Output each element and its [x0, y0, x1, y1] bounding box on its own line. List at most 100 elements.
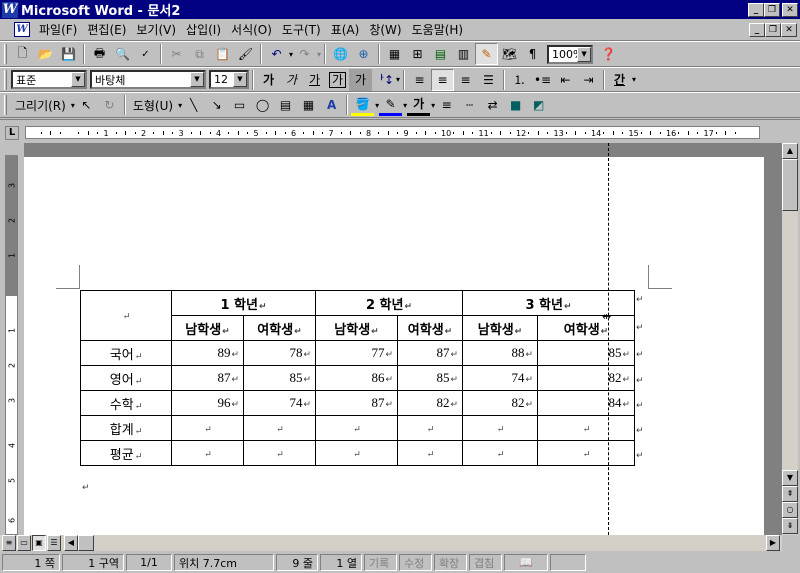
scroll-right-icon[interactable]: ▶ — [766, 535, 780, 551]
cut-icon[interactable]: ✂ — [165, 43, 188, 65]
menu-insert[interactable]: 삽입(I) — [181, 21, 226, 38]
toolbar-grip[interactable] — [4, 69, 7, 90]
menu-file[interactable]: 파일(F) — [34, 21, 82, 38]
normal-view-icon[interactable]: ≡ — [2, 535, 16, 551]
row-label-cell[interactable]: 수학↵ — [80, 390, 172, 416]
redo-icon[interactable]: ↷ — [293, 43, 316, 65]
print-layout-icon[interactable]: ▣ — [32, 535, 46, 551]
tables-borders-icon[interactable]: ▦ — [383, 43, 406, 65]
drawing-icon[interactable]: ✎ — [475, 43, 499, 65]
score-cell[interactable]: 78↵ — [243, 340, 316, 366]
align-left-icon[interactable]: ≡ — [408, 69, 431, 91]
score-cell[interactable]: 87↵ — [397, 340, 463, 366]
score-cell[interactable]: 85↵ — [537, 340, 635, 366]
empty-cell[interactable]: ↵ — [462, 415, 538, 441]
copy-icon[interactable]: ⧉ — [188, 43, 211, 65]
oval-icon[interactable]: ◯ — [251, 94, 274, 116]
new-document-icon[interactable]: 🗋 — [11, 43, 34, 65]
score-cell[interactable]: 84↵ — [537, 390, 635, 416]
phonetic-guide-icon[interactable]: ᅡ↕ — [372, 69, 395, 91]
bullets-icon[interactable]: •≡ — [531, 69, 554, 91]
score-cell[interactable]: 82↵ — [462, 390, 538, 416]
scroll-down-icon[interactable]: ▼ — [782, 470, 798, 486]
status-ext[interactable]: 확장 — [434, 554, 467, 571]
doc-restore-button[interactable]: ❐ — [765, 22, 781, 37]
grades-table[interactable]: ↵ 1 학년↵ 2 학년↵ 3 학년↵ 남학생↵ 여학생↵ 남학생↵ 여학생↵ … — [80, 290, 635, 466]
empty-cell[interactable]: ↵ — [315, 415, 398, 441]
align-right-icon[interactable]: ≡ — [454, 69, 477, 91]
empty-cell[interactable]: ↵ — [243, 440, 316, 466]
menu-edit[interactable]: 편집(E) — [82, 21, 131, 38]
next-page-icon[interactable]: ⇟ — [782, 518, 798, 534]
scroll-up-icon[interactable]: ▲ — [782, 143, 798, 159]
empty-cell[interactable]: ↵ — [397, 440, 463, 466]
numbering-icon[interactable]: ⒈ — [508, 69, 531, 91]
char-shading-button[interactable]: 가 — [349, 68, 372, 91]
save-icon[interactable]: 💾 — [57, 43, 80, 65]
dash-style-icon[interactable]: ┄ — [458, 94, 481, 116]
sub-header[interactable]: 여학생↵ — [397, 315, 463, 341]
status-rec[interactable]: 기록 — [364, 554, 397, 571]
toolbar-grip[interactable] — [4, 44, 7, 64]
row-label-cell[interactable]: 국어↵ — [80, 340, 172, 366]
empty-cell[interactable]: ↵ — [243, 415, 316, 441]
align-center-icon[interactable]: ≡ — [431, 68, 455, 91]
menu-format[interactable]: 서식(O) — [226, 21, 277, 38]
format-painter-icon[interactable]: 🖌 — [234, 43, 257, 65]
sub-header[interactable]: 여학생↵ — [243, 315, 316, 341]
italic-button[interactable]: 가 — [280, 69, 303, 91]
font-size-combo[interactable]: 12 ▼ — [209, 70, 249, 89]
insert-excel-icon[interactable]: ▤ — [429, 43, 452, 65]
style-dropdown-icon[interactable]: ▼ — [71, 72, 85, 87]
outline-view-icon[interactable]: ☰ — [47, 535, 61, 551]
grade-header[interactable]: 1 학년↵ — [171, 290, 316, 316]
paste-icon[interactable]: 📋 — [211, 43, 234, 65]
empty-cell[interactable]: ↵ — [462, 440, 538, 466]
empty-cell[interactable]: ↵ — [171, 415, 244, 441]
open-folder-icon[interactable]: 📂 — [34, 43, 57, 65]
grade-header[interactable]: 2 학년↵ — [315, 290, 463, 316]
hyperlink-icon[interactable]: 🌐 — [329, 43, 352, 65]
close-button[interactable]: ✕ — [782, 2, 798, 17]
redo-dropdown-icon[interactable]: ▾ — [317, 50, 321, 59]
row-label-cell[interactable]: 평균↵ — [80, 440, 172, 466]
score-cell[interactable]: 89↵ — [171, 340, 244, 366]
print-icon[interactable]: 🖶 — [88, 43, 111, 65]
free-rotate-icon[interactable]: ↻ — [98, 94, 121, 116]
print-preview-icon[interactable]: 🔍 — [111, 43, 134, 65]
insert-table-icon[interactable]: ⊞ — [406, 43, 429, 65]
status-trk[interactable]: 수정 — [399, 554, 432, 571]
text-box-icon[interactable]: ▤ — [274, 94, 297, 116]
spelling-icon[interactable]: ✓ — [134, 43, 157, 65]
web-toolbar-icon[interactable]: ⊕ — [352, 43, 375, 65]
web-layout-icon[interactable]: ▭ — [17, 535, 31, 551]
line-style-icon[interactable]: ≡ — [435, 94, 458, 116]
row-label-cell[interactable]: 영어↵ — [80, 365, 172, 391]
minimize-button[interactable]: _ — [748, 2, 764, 17]
wordart-icon[interactable]: ▦ — [297, 94, 320, 116]
menu-table[interactable]: 표(A) — [326, 21, 365, 38]
decrease-indent-icon[interactable]: ⇤ — [554, 69, 577, 91]
sub-header[interactable]: 남학생↵ — [315, 315, 398, 341]
zoom-combo[interactable]: 100% ▼ — [547, 44, 594, 64]
score-cell[interactable]: 86↵ — [315, 365, 398, 391]
doc-minimize-button[interactable]: _ — [749, 22, 765, 37]
3d-icon[interactable]: ◩ — [527, 94, 550, 116]
clipart-icon[interactable]: A — [320, 94, 343, 116]
empty-cell[interactable]: ↵ — [397, 415, 463, 441]
empty-cell[interactable]: ↵ — [171, 440, 244, 466]
line-icon[interactable]: ╲ — [182, 94, 205, 116]
arrow-icon[interactable]: ↘ — [205, 94, 228, 116]
horizontal-scrollbar[interactable]: ≡ ▭ ▣ ☰ ◀ ▶ — [0, 535, 782, 551]
previous-page-icon[interactable]: ⇞ — [782, 486, 798, 502]
row-label-cell[interactable]: 합계↵ — [80, 415, 172, 441]
table-corner-cell[interactable]: ↵ — [80, 290, 172, 341]
select-objects-icon[interactable]: ↖ — [75, 94, 98, 116]
font-dropdown-icon[interactable]: ▼ — [190, 72, 204, 87]
sub-header[interactable]: 남학생↵ — [171, 315, 244, 341]
score-cell[interactable]: 74↵ — [243, 390, 316, 416]
line-color-icon[interactable]: ✎ — [379, 94, 403, 116]
horizontal-ruler[interactable]: 1 2 3 4 5 6 7 8 9 10 11 12 13 14 15 16 17 — [25, 126, 760, 139]
score-cell[interactable]: 85↵ — [397, 365, 463, 391]
fill-color-icon[interactable]: 🪣 — [351, 94, 375, 116]
